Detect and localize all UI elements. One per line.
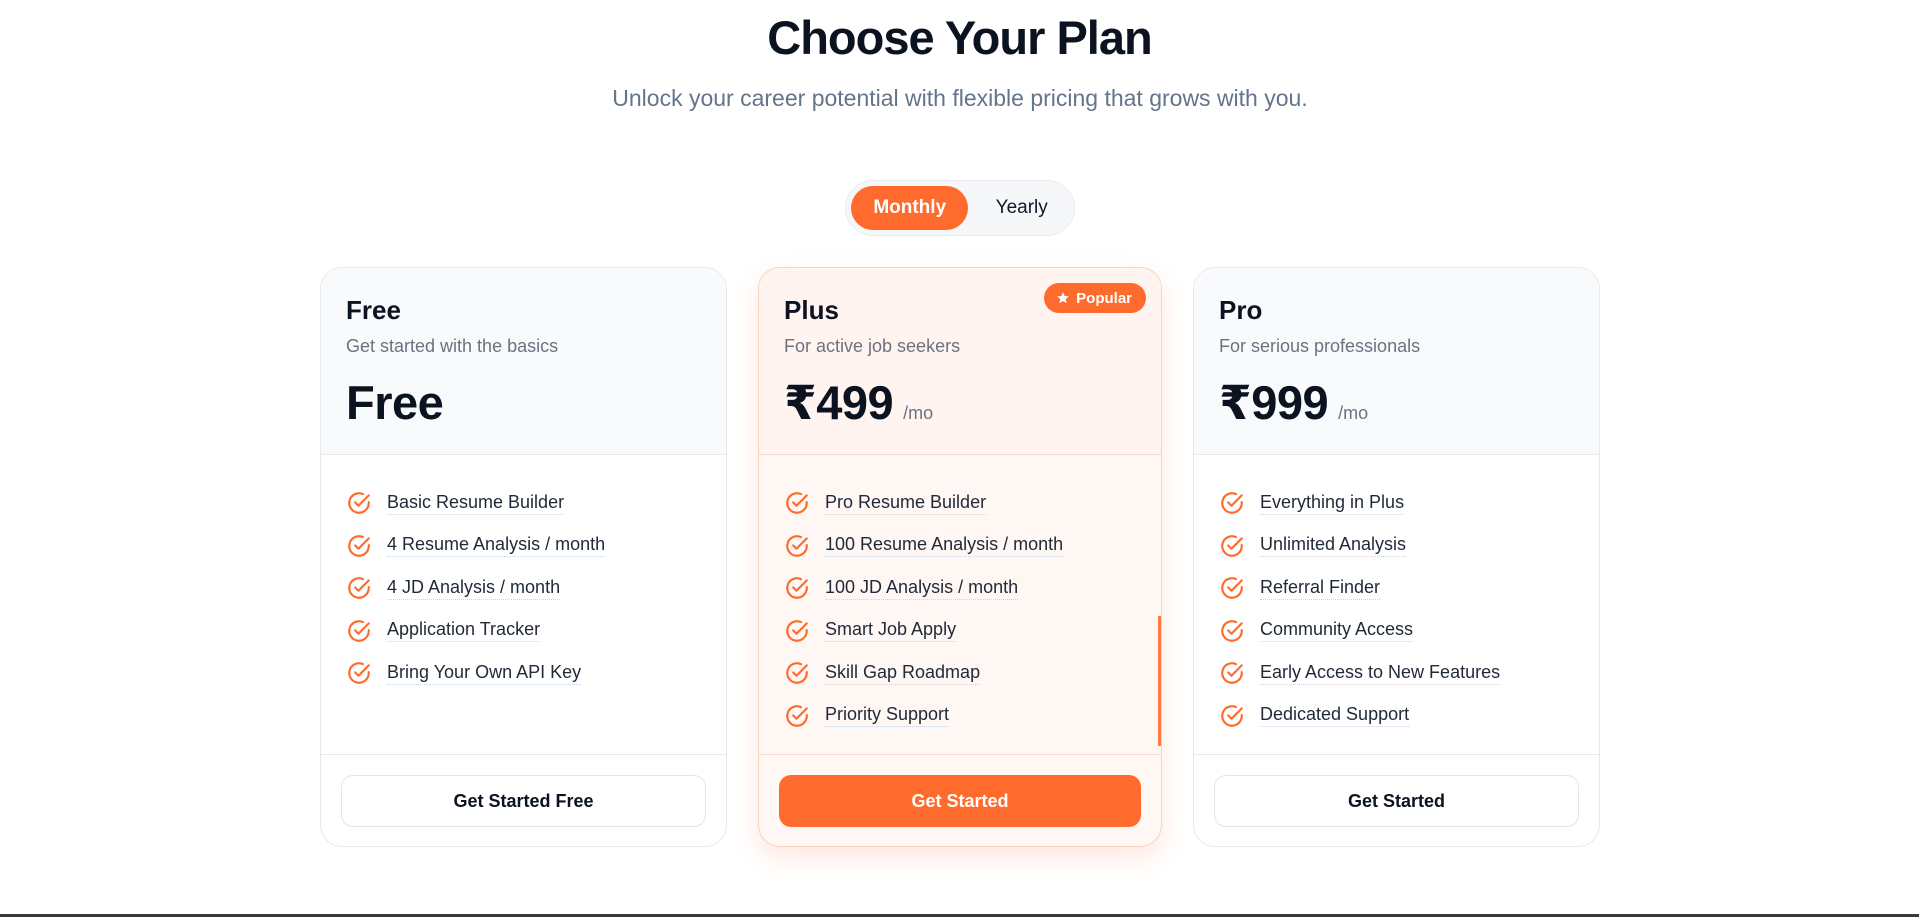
toggle-monthly[interactable]: Monthly (851, 186, 969, 230)
get-started-plus-button[interactable]: Get Started (779, 775, 1141, 827)
get-started-free-button[interactable]: Get Started Free (341, 775, 706, 827)
plan-header: Popular Plus For active job seekers ₹499… (759, 268, 1161, 455)
feature-label: Dedicated Support (1260, 704, 1410, 728)
feature-item: Application Tracker (346, 610, 706, 653)
check-circle-icon (1219, 660, 1245, 686)
feature-label: Community Access (1260, 619, 1414, 643)
feature-item: Priority Support (784, 695, 1141, 738)
toggle-yearly[interactable]: Yearly (974, 186, 1069, 230)
accent-edge (1158, 616, 1161, 746)
plan-price: Free (346, 375, 444, 430)
page-title: Choose Your Plan (767, 11, 1152, 64)
plan-description: Get started with the basics (346, 336, 559, 356)
feature-item: 100 JD Analysis / month (784, 567, 1141, 610)
feature-item: Basic Resume Builder (346, 482, 706, 525)
plan-header: Pro For serious professionals ₹999 /mo (1194, 268, 1599, 455)
check-circle-icon (784, 703, 810, 729)
feature-label: Everything in Plus (1260, 492, 1405, 515)
feature-item: Pro Resume Builder (784, 482, 1141, 525)
plan-description: For active job seekers (784, 336, 961, 356)
feature-item: Smart Job Apply (784, 610, 1141, 653)
feature-item: Early Access to New Features (1219, 652, 1579, 695)
feature-item: 100 Resume Analysis / month (784, 525, 1141, 568)
plan-footer: Get Started Free (321, 754, 726, 846)
check-circle-icon (1219, 703, 1245, 729)
badge-label: Popular (1076, 289, 1132, 307)
feature-list: Everything in Plus Unlimited Analysis Refe… (1219, 482, 1579, 737)
check-circle-icon (1219, 618, 1245, 644)
page-subtitle: Unlock your career potential with flexib… (612, 85, 1308, 111)
feature-label: Application Tracker (387, 619, 541, 643)
feature-item: Referral Finder (1219, 567, 1579, 610)
check-circle-icon (784, 575, 810, 601)
feature-item: Bring Your Own API Key (346, 652, 706, 695)
feature-item: 4 Resume Analysis / month (346, 525, 706, 568)
feature-label: Skill Gap Roadmap (825, 662, 981, 685)
feature-label: Priority Support (825, 704, 950, 728)
plan-name: Pro (1219, 295, 1263, 325)
get-started-pro-button[interactable]: Get Started (1214, 775, 1579, 827)
price-period: /mo (903, 403, 934, 423)
pricing-page: Choose Your Plan Unlock your career pote… (0, 0, 1919, 917)
feature-label: Referral Finder (1260, 577, 1381, 600)
feature-item: Unlimited Analysis (1219, 525, 1579, 568)
feature-label: 4 JD Analysis / month (387, 577, 561, 600)
check-circle-icon (346, 533, 372, 559)
billing-toggle: Monthly Yearly (845, 180, 1075, 236)
feature-item: 4 JD Analysis / month (346, 567, 706, 610)
check-circle-icon (784, 660, 810, 686)
feature-item: Everything in Plus (1219, 482, 1579, 525)
star-icon (1057, 292, 1069, 304)
feature-label: 4 Resume Analysis / month (387, 534, 606, 558)
plan-footer: Get Started (1194, 754, 1599, 846)
feature-label: 100 Resume Analysis / month (825, 534, 1064, 558)
feature-label: Bring Your Own API Key (387, 662, 582, 685)
check-circle-icon (346, 490, 372, 516)
popular-badge: Popular (1044, 283, 1146, 313)
plan-name: Plus (784, 295, 839, 325)
plan-name: Free (346, 295, 401, 325)
check-circle-icon (784, 618, 810, 644)
check-circle-icon (346, 618, 372, 644)
feature-list: Pro Resume Builder 100 Resume Analysis / … (784, 482, 1141, 737)
price-period: /mo (1338, 403, 1369, 423)
feature-item: Dedicated Support (1219, 695, 1579, 738)
plan-card-pro: Pro For serious professionals ₹999 /mo E… (1193, 267, 1600, 847)
feature-item: Skill Gap Roadmap (784, 652, 1141, 695)
check-circle-icon (1219, 490, 1245, 516)
plan-price: ₹499 /mo (784, 375, 933, 431)
check-circle-icon (1219, 533, 1245, 559)
check-circle-icon (1219, 575, 1245, 601)
price-amount: ₹999 (1219, 376, 1329, 429)
feature-label: Smart Job Apply (825, 619, 957, 643)
feature-label: Early Access to New Features (1260, 662, 1501, 685)
plan-card-plus: Popular Plus For active job seekers ₹499… (758, 267, 1162, 847)
feature-item: Community Access (1219, 610, 1579, 653)
check-circle-icon (784, 533, 810, 559)
plan-description: For serious professionals (1219, 336, 1421, 356)
feature-label: Unlimited Analysis (1260, 534, 1407, 558)
check-circle-icon (346, 575, 372, 601)
plan-card-free: Free Get started with the basics Free Ba… (320, 267, 727, 847)
feature-list: Basic Resume Builder 4 Resume Analysis / … (346, 482, 706, 695)
plan-footer: Get Started (759, 754, 1161, 846)
plan-header: Free Get started with the basics Free (321, 268, 726, 455)
feature-label: 100 JD Analysis / month (825, 577, 1019, 600)
check-circle-icon (784, 490, 810, 516)
feature-label: Basic Resume Builder (387, 492, 565, 515)
check-circle-icon (346, 660, 372, 686)
price-amount: ₹499 (784, 376, 894, 429)
feature-label: Pro Resume Builder (825, 492, 987, 515)
price-amount: Free (346, 376, 444, 429)
plan-price: ₹999 /mo (1219, 375, 1368, 431)
